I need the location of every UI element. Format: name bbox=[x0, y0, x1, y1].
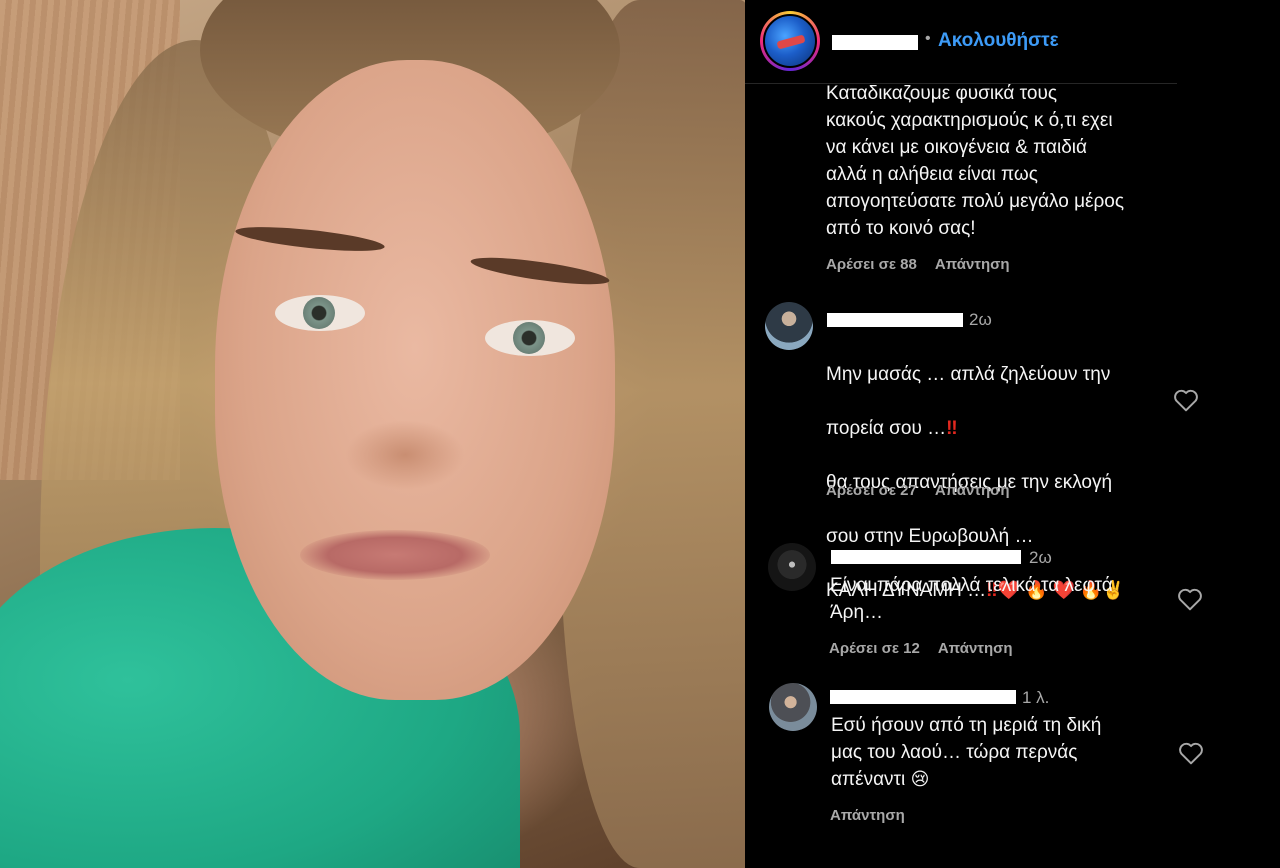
comment-reply-button[interactable]: Απάντηση bbox=[935, 482, 1010, 499]
comment-body: Εσύ ήσουν από τη μεριά τη δική μας του λ… bbox=[831, 715, 1102, 790]
comment-avatar[interactable] bbox=[769, 683, 817, 731]
comment-likes-count[interactable]: Αρέσει σε 27 bbox=[826, 482, 917, 499]
comment-username-redacted[interactable] bbox=[830, 690, 1016, 704]
heart-outline-icon[interactable] bbox=[1178, 741, 1204, 765]
comment-reply-button[interactable]: Απάντηση bbox=[830, 807, 905, 824]
caption-reply-button[interactable]: Απάντηση bbox=[935, 256, 1010, 273]
comment-avatar[interactable] bbox=[765, 302, 813, 350]
crying-face-emoji: 😢 bbox=[910, 769, 930, 789]
follow-button[interactable]: Ακολουθήστε bbox=[938, 30, 1059, 52]
comment-time: 2ω bbox=[1029, 548, 1052, 567]
caption-meta: Αρέσει σε 88 Απάντηση bbox=[826, 256, 1010, 273]
post-photo bbox=[0, 0, 745, 868]
post-header: • Ακολουθήστε bbox=[745, 0, 1177, 84]
heart-outline-icon[interactable] bbox=[1173, 388, 1199, 412]
header-separator: • bbox=[925, 30, 931, 47]
comment-text: Είναι πάρα πολλά τελικά τα λεφτά Άρη… bbox=[830, 575, 1113, 623]
nose bbox=[345, 420, 465, 490]
comment-line-text: πορεία σου … bbox=[826, 418, 947, 439]
comment-avatar[interactable] bbox=[768, 543, 816, 591]
heart-outline-icon[interactable] bbox=[1177, 587, 1203, 611]
caption-text: Καταδικαζουμε φυσικά τους κακούς χαρακτη… bbox=[826, 83, 1125, 239]
left-eye bbox=[275, 295, 365, 331]
author-username-redacted[interactable] bbox=[832, 35, 918, 50]
comment-meta: Αρέσει σε 27 Απάντηση bbox=[826, 482, 1010, 499]
double-exclamation-emoji: ‼ bbox=[946, 418, 958, 439]
comment-line: πορεία σου …‼ bbox=[826, 415, 1186, 442]
comment-line: σου στην Ευρωβουλή … bbox=[826, 526, 1034, 547]
right-eye bbox=[485, 320, 575, 356]
comment-text: Εσύ ήσουν από τη μεριά τη δική μας του λ… bbox=[831, 712, 1171, 793]
comment-reply-button[interactable]: Απάντηση bbox=[938, 640, 1013, 657]
comment-likes-count[interactable]: Αρέσει σε 12 bbox=[829, 640, 920, 657]
comment-meta: Απάντηση bbox=[830, 807, 905, 824]
comment-line: Μην μασάς … απλά ζηλεύουν την bbox=[826, 364, 1111, 385]
comment-username-redacted[interactable] bbox=[827, 313, 963, 327]
comment-time: 2ω bbox=[969, 310, 992, 329]
face bbox=[215, 60, 615, 700]
comments-panel: • Ακολουθήστε Καταδικαζουμε φυσικά τους … bbox=[745, 0, 1280, 868]
author-avatar[interactable] bbox=[760, 11, 820, 71]
comment-meta: Αρέσει σε 12 Απάντηση bbox=[829, 640, 1013, 657]
comment-username-redacted[interactable] bbox=[831, 550, 1021, 564]
caption-likes-count[interactable]: Αρέσει σε 88 bbox=[826, 256, 917, 273]
mouth bbox=[300, 530, 490, 580]
comment-time: 1 λ. bbox=[1022, 688, 1050, 707]
